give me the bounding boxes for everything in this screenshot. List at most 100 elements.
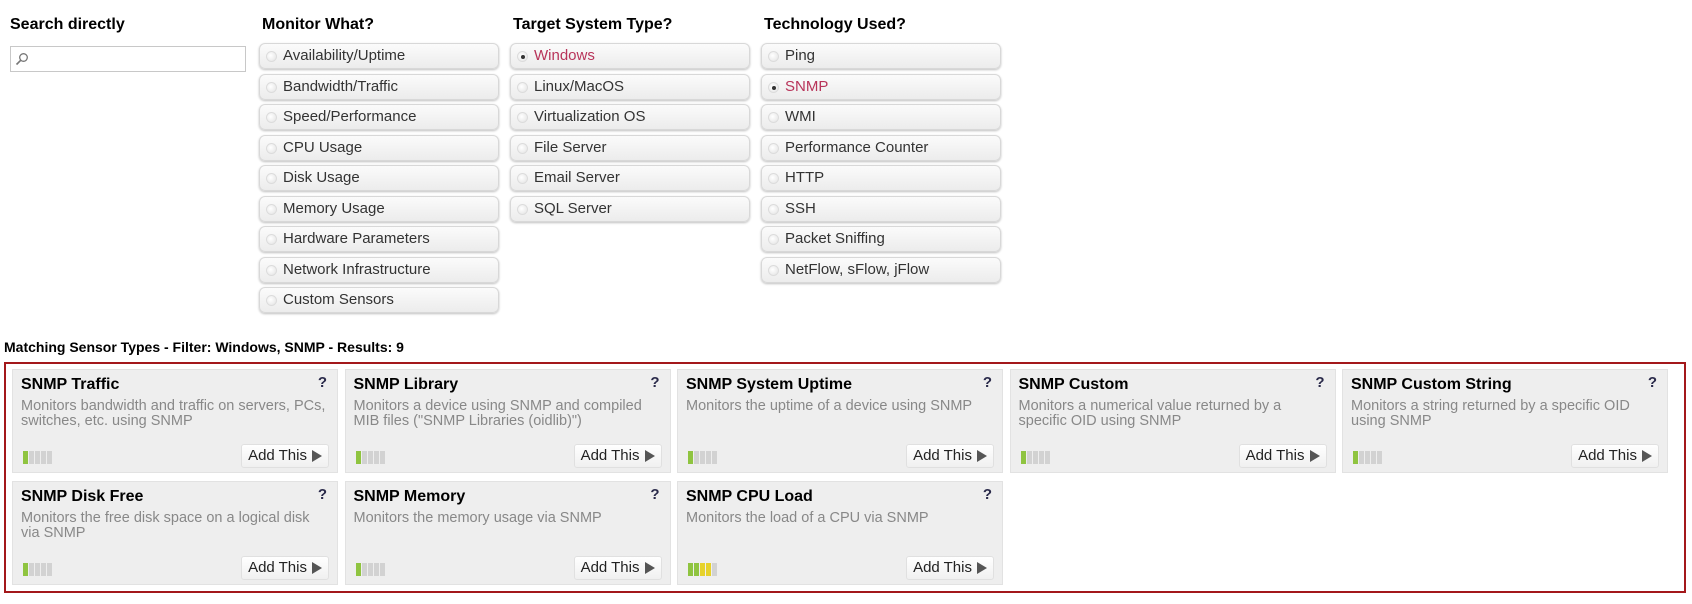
filter-option-cpu-usage[interactable]: CPU Usage bbox=[259, 134, 499, 161]
radio-button-icon[interactable] bbox=[266, 264, 277, 276]
filter-option-availability-uptime[interactable]: Availability/Uptime bbox=[259, 43, 499, 69]
search-input[interactable] bbox=[10, 46, 246, 72]
meter-segment bbox=[1032, 451, 1038, 464]
filter-option-file-server[interactable]: File Server bbox=[510, 134, 750, 161]
radio-button-icon[interactable] bbox=[517, 173, 528, 184]
help-icon[interactable]: ? bbox=[983, 486, 992, 503]
filter-option-label: Packet Sniffing bbox=[785, 230, 885, 247]
performance-impact-meter bbox=[1353, 451, 1382, 464]
sensor-card-title: SNMP Custom String bbox=[1351, 376, 1512, 393]
add-sensor-button[interactable]: Add This bbox=[241, 556, 329, 580]
add-sensor-button[interactable]: Add This bbox=[241, 444, 329, 468]
radio-button-icon[interactable] bbox=[517, 51, 528, 62]
help-icon[interactable]: ? bbox=[318, 486, 327, 503]
meter-segment bbox=[1038, 451, 1044, 464]
filter-option-custom-sensors[interactable]: Custom Sensors bbox=[259, 287, 499, 313]
add-sensor-button-label: Add This bbox=[248, 447, 307, 464]
filter-option-virtualization-os[interactable]: Virtualization OS bbox=[510, 104, 750, 130]
filter-option-http[interactable]: HTTP bbox=[761, 165, 1001, 191]
filter-option-email-server[interactable]: Email Server bbox=[510, 165, 750, 191]
performance-impact-meter bbox=[23, 451, 52, 464]
filter-option-label: Email Server bbox=[534, 169, 620, 186]
add-sensor-button-label: Add This bbox=[248, 559, 307, 576]
filter-option-windows[interactable]: Windows bbox=[510, 43, 750, 69]
sensor-card-snmp-cpu-load: SNMP CPU Load? Monitors the load of a CPU… bbox=[677, 481, 1003, 585]
add-sensor-button[interactable]: Add This bbox=[573, 556, 662, 580]
radio-button-icon[interactable] bbox=[266, 203, 277, 215]
sensor-card-description: Monitors a string returned by a specific… bbox=[1351, 398, 1630, 429]
radio-button-icon[interactable] bbox=[266, 112, 277, 123]
help-icon[interactable]: ? bbox=[650, 486, 659, 503]
filter-option-network-infrastructure[interactable]: Network Infrastructure bbox=[259, 256, 499, 283]
filter-option-ssh[interactable]: SSH bbox=[761, 195, 1001, 222]
meter-segment bbox=[29, 451, 34, 464]
help-icon[interactable]: ? bbox=[650, 374, 659, 391]
radio-button-icon[interactable] bbox=[768, 203, 779, 215]
add-sensor-button-label: Add This bbox=[1578, 447, 1637, 464]
radio-button-icon[interactable] bbox=[768, 234, 779, 245]
performance-impact-meter bbox=[688, 563, 717, 576]
radio-button-icon[interactable] bbox=[517, 142, 528, 154]
radio-button-icon[interactable] bbox=[266, 234, 277, 245]
filter-option-packet-sniffing[interactable]: Packet Sniffing bbox=[761, 226, 1001, 252]
play-arrow-icon bbox=[312, 450, 322, 462]
radio-button-icon[interactable] bbox=[517, 112, 528, 123]
add-sensor-button[interactable]: Add This bbox=[906, 444, 994, 468]
radio-button-icon[interactable] bbox=[517, 203, 528, 215]
filter-option-sql-server[interactable]: SQL Server bbox=[510, 195, 750, 222]
sensor-card-title: SNMP Library bbox=[353, 376, 459, 393]
help-icon[interactable]: ? bbox=[318, 374, 327, 391]
target-system-heading: Target System Type? bbox=[513, 16, 673, 33]
help-icon[interactable]: ? bbox=[983, 374, 992, 391]
filter-option-bandwidth-traffic[interactable]: Bandwidth/Traffic bbox=[259, 73, 499, 100]
filter-option-label: Memory Usage bbox=[283, 199, 385, 217]
filter-option-memory-usage[interactable]: Memory Usage bbox=[259, 195, 499, 222]
radio-button-icon[interactable] bbox=[517, 81, 528, 93]
help-icon[interactable]: ? bbox=[1315, 374, 1324, 391]
add-sensor-button[interactable]: Add This bbox=[1571, 444, 1659, 468]
radio-button-icon[interactable] bbox=[266, 142, 277, 154]
add-sensor-button[interactable]: Add This bbox=[1238, 444, 1327, 468]
meter-segment bbox=[367, 563, 373, 576]
add-sensor-button[interactable]: Add This bbox=[573, 444, 662, 468]
meter-segment bbox=[700, 451, 705, 464]
radio-button-icon[interactable] bbox=[266, 81, 277, 93]
meter-segment bbox=[712, 563, 717, 576]
filter-option-label: File Server bbox=[534, 138, 607, 156]
radio-button-icon[interactable] bbox=[266, 295, 277, 306]
radio-button-icon[interactable] bbox=[768, 142, 779, 154]
sensor-card-description: Monitors a numerical value returned by a… bbox=[1018, 398, 1282, 429]
filter-option-label: NetFlow, sFlow, jFlow bbox=[785, 260, 930, 278]
filter-option-snmp[interactable]: SNMP bbox=[761, 73, 1001, 100]
filter-option-label: Custom Sensors bbox=[283, 291, 394, 308]
meter-segment bbox=[355, 563, 361, 576]
radio-button-icon[interactable] bbox=[266, 51, 277, 62]
add-sensor-button-label: Add This bbox=[1245, 447, 1305, 464]
filter-option-linux-macos[interactable]: Linux/MacOS bbox=[510, 73, 750, 100]
help-icon[interactable]: ? bbox=[1648, 374, 1657, 391]
radio-button-icon[interactable] bbox=[768, 51, 779, 62]
filter-option-speed-performance[interactable]: Speed/Performance bbox=[259, 104, 499, 130]
radio-button-icon[interactable] bbox=[768, 264, 779, 276]
radio-button-icon[interactable] bbox=[266, 173, 277, 184]
performance-impact-meter bbox=[1020, 451, 1050, 464]
sensor-card-description: Monitors a device using SNMP and compile… bbox=[353, 398, 642, 429]
filter-option-hardware-parameters[interactable]: Hardware Parameters bbox=[259, 226, 499, 252]
meter-segment bbox=[373, 563, 379, 576]
filter-option-label: Virtualization OS bbox=[534, 108, 646, 125]
filter-option-performance-counter[interactable]: Performance Counter bbox=[761, 134, 1001, 161]
radio-button-icon[interactable] bbox=[768, 112, 779, 123]
sensor-card-snmp-system-uptime: SNMP System Uptime? Monitors the uptime o… bbox=[677, 369, 1003, 473]
target-system-list: Windows Linux/MacOS Virtualization OS File … bbox=[510, 43, 750, 226]
filter-option-label: Disk Usage bbox=[283, 169, 360, 186]
filter-option-label: WMI bbox=[785, 108, 816, 125]
filter-option-ping[interactable]: Ping bbox=[761, 43, 1001, 69]
filter-option-disk-usage[interactable]: Disk Usage bbox=[259, 165, 499, 191]
results-summary: Matching Sensor Types - Filter: Windows,… bbox=[4, 339, 404, 355]
radio-button-icon[interactable] bbox=[768, 81, 779, 93]
add-sensor-button[interactable]: Add This bbox=[906, 556, 994, 580]
filter-option-wmi[interactable]: WMI bbox=[761, 104, 1001, 130]
radio-button-icon[interactable] bbox=[768, 173, 779, 184]
filter-option-netflow-sflow-jflow[interactable]: NetFlow, sFlow, jFlow bbox=[761, 256, 1001, 283]
technology-heading: Technology Used? bbox=[764, 16, 906, 33]
